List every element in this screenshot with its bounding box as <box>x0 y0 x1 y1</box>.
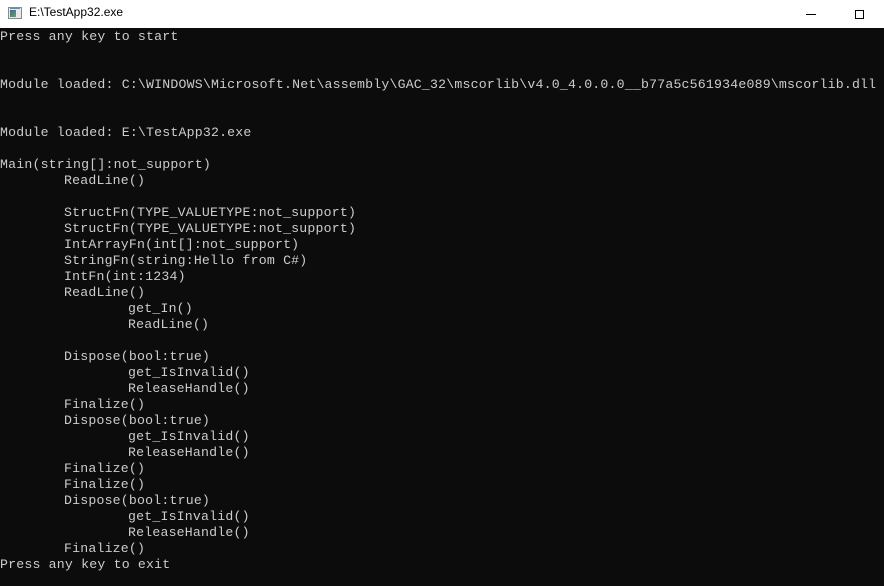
console-line: ReleaseHandle() <box>128 381 250 396</box>
minimize-icon <box>806 13 816 15</box>
console-line: IntArrayFn(int[]:not_support) <box>64 237 300 252</box>
console-line: Finalize() <box>64 477 146 492</box>
window-title: E:\TestApp32.exe <box>29 5 124 19</box>
maximize-button[interactable] <box>836 0 882 28</box>
console-line: IntFn(int:1234) <box>64 269 186 284</box>
console-line: get_In() <box>128 301 193 316</box>
console-line: Finalize() <box>64 541 146 556</box>
console-line: Press any key to start <box>0 29 179 44</box>
console-line: ReadLine() <box>64 285 146 300</box>
console-line: get_IsInvalid() <box>128 509 250 524</box>
console-line: Dispose(bool:true) <box>64 493 211 508</box>
console-line: Module loaded: E:\TestApp32.exe <box>0 125 252 140</box>
console-line: Finalize() <box>64 397 146 412</box>
console-line: Press any key to exit <box>0 557 171 572</box>
console-line: Dispose(bool:true) <box>64 413 211 428</box>
console-line: get_IsInvalid() <box>128 429 250 444</box>
console-line: StringFn(string:Hello from C#) <box>64 253 308 268</box>
console-output[interactable]: Press any key to start Module loaded: C:\… <box>0 28 884 586</box>
title-bar[interactable]: E:\TestApp32.exe <box>0 0 884 28</box>
minimize-button[interactable] <box>788 0 834 28</box>
console-lines: Press any key to start Module loaded: C:\… <box>0 28 884 573</box>
console-line: Finalize() <box>64 461 146 476</box>
console-line: StructFn(TYPE_VALUETYPE:not_support) <box>64 221 357 236</box>
console-line: ReadLine() <box>128 317 210 332</box>
console-line: Main(string[]:not_support) <box>0 157 211 172</box>
console-app-icon[interactable] <box>8 7 22 19</box>
maximize-icon <box>854 9 864 19</box>
console-line: ReadLine() <box>64 173 146 188</box>
console-line: ReleaseHandle() <box>128 525 250 540</box>
console-line: get_IsInvalid() <box>128 365 250 380</box>
console-line: Dispose(bool:true) <box>64 349 211 364</box>
console-line: Module loaded: C:\WINDOWS\Microsoft.Net\… <box>0 77 877 92</box>
console-line: StructFn(TYPE_VALUETYPE:not_support) <box>64 205 357 220</box>
console-line: ReleaseHandle() <box>128 445 250 460</box>
